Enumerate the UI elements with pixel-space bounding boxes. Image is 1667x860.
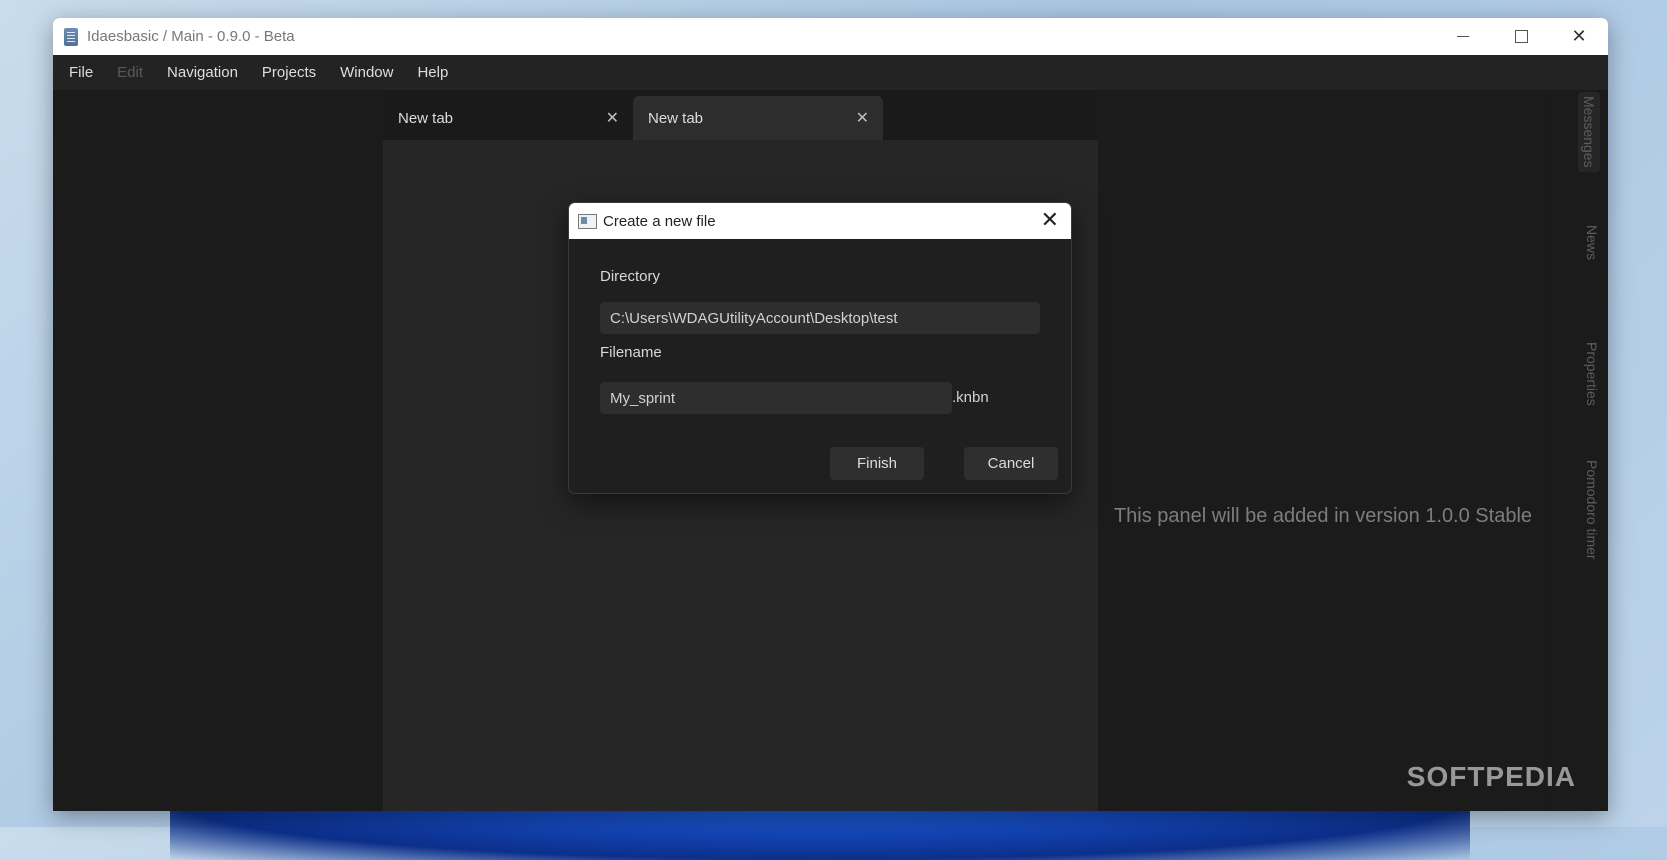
menu-bar: File Edit Navigation Projects Window Hel… xyxy=(53,55,1608,91)
cancel-button[interactable]: Cancel xyxy=(964,447,1058,480)
side-item-pomodoro-timer[interactable]: Pomodoro timer xyxy=(1584,460,1600,560)
menu-projects[interactable]: Projects xyxy=(250,64,328,81)
tab-new-1[interactable]: New tab ✕ xyxy=(383,96,633,140)
maximize-icon xyxy=(1514,30,1528,43)
dialog-title-bar: Create a new file ✕ xyxy=(569,203,1071,239)
minimize-icon xyxy=(1457,36,1469,37)
left-panel xyxy=(53,90,383,811)
tab-label: New tab xyxy=(648,109,704,127)
tab-new-2[interactable]: New tab ✕ xyxy=(633,96,883,140)
dialog-title: Create a new file xyxy=(603,212,716,230)
app-icon xyxy=(64,27,78,46)
maximize-button[interactable] xyxy=(1492,18,1550,55)
side-item-news[interactable]: News xyxy=(1584,225,1600,260)
directory-label: Directory xyxy=(600,268,661,285)
dialog-close-button[interactable]: ✕ xyxy=(1041,209,1059,231)
panel-placeholder-message: This panel will be added in version 1.0.… xyxy=(1113,505,1533,527)
finish-button[interactable]: Finish xyxy=(830,447,924,480)
title-bar: Idaesbasic / Main - 0.9.0 - Beta ✕ xyxy=(53,18,1608,55)
close-window-button[interactable]: ✕ xyxy=(1550,18,1608,55)
minimize-button[interactable] xyxy=(1434,18,1492,55)
directory-field[interactable]: C:\Users\WDAGUtilityAccount\Desktop\test xyxy=(600,302,1040,334)
close-tab-icon[interactable]: ✕ xyxy=(856,108,869,128)
menu-file[interactable]: File xyxy=(57,64,105,81)
tab-label: New tab xyxy=(398,109,454,127)
right-panel: This panel will be added in version 1.0.… xyxy=(1098,90,1548,811)
tab-bar: New tab ✕ New tab ✕ xyxy=(383,96,883,140)
dialog-window-icon xyxy=(578,213,597,229)
menu-window[interactable]: Window xyxy=(328,64,405,81)
create-file-dialog: Create a new file ✕ Directory C:\Users\W… xyxy=(568,202,1072,494)
menu-edit[interactable]: Edit xyxy=(105,64,155,81)
close-icon: ✕ xyxy=(1571,26,1587,46)
window-title: Idaesbasic / Main - 0.9.0 - Beta xyxy=(87,28,295,45)
window-controls: ✕ xyxy=(1434,18,1608,55)
side-strip: Messenges News Properties Pomodoro timer xyxy=(1553,90,1608,811)
menu-help[interactable]: Help xyxy=(405,64,460,81)
file-extension-label: .knbn xyxy=(952,389,989,406)
close-tab-icon[interactable]: ✕ xyxy=(606,108,619,128)
filename-field[interactable]: My_sprint xyxy=(600,382,952,414)
filename-label: Filename xyxy=(600,344,662,361)
watermark: SOFTPEDIA xyxy=(1406,761,1576,792)
side-item-properties[interactable]: Properties xyxy=(1584,342,1600,406)
side-item-messenges[interactable]: Messenges xyxy=(1578,92,1600,172)
menu-navigation[interactable]: Navigation xyxy=(155,64,250,81)
